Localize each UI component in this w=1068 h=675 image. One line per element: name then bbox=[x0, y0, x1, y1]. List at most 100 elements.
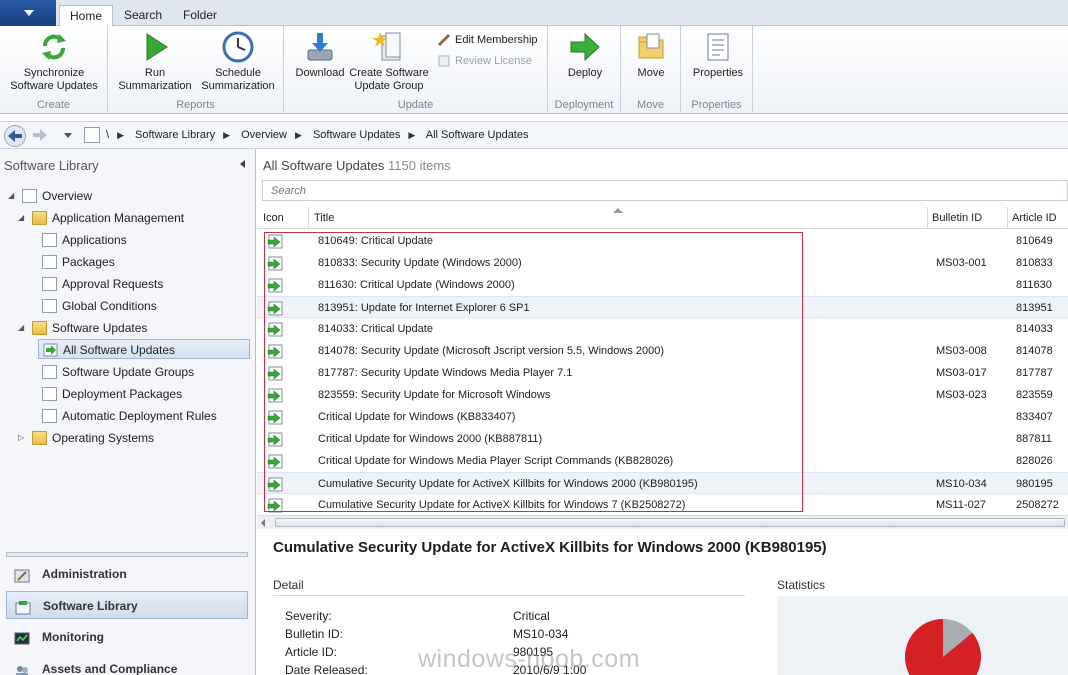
breadcrumb-software-library[interactable]: Software Library bbox=[135, 129, 215, 141]
table-row[interactable]: 817787: Security Update Windows Media Pl… bbox=[257, 362, 1068, 384]
tree-label: All Software Updates bbox=[63, 343, 176, 357]
table-row[interactable]: Cumulative Security Update for ActiveX K… bbox=[257, 472, 1068, 494]
software-update-icon bbox=[267, 234, 283, 249]
move-button[interactable]: Move bbox=[625, 30, 677, 80]
workspace-administration[interactable]: Administration bbox=[6, 560, 248, 588]
deploy-button[interactable]: Deploy bbox=[554, 30, 616, 80]
breadcrumb-separator-icon[interactable]: ▶ bbox=[408, 130, 415, 140]
properties-label: Properties bbox=[692, 67, 744, 79]
sync-icon bbox=[37, 30, 71, 64]
create-software-update-group-button[interactable]: Create Software Update Group bbox=[348, 30, 430, 93]
software-update-icon bbox=[267, 344, 283, 359]
cell-article-id: 2508272 bbox=[1016, 499, 1059, 511]
tab-home[interactable]: Home bbox=[59, 5, 114, 27]
table-row[interactable]: 813951: Update for Internet Explorer 6 S… bbox=[257, 296, 1068, 318]
expanded-chevron-icon[interactable]: ◢ bbox=[18, 323, 24, 332]
horizontal-scrollbar[interactable] bbox=[257, 515, 1068, 529]
workspace-software-library[interactable]: Software Library bbox=[6, 591, 248, 619]
tab-folder[interactable]: Folder bbox=[173, 5, 227, 26]
review-license-button[interactable]: Review License bbox=[437, 53, 532, 69]
back-arrow-icon bbox=[8, 130, 22, 142]
back-button[interactable] bbox=[4, 125, 26, 147]
table-row[interactable]: 823559: Security Update for Microsoft Wi… bbox=[257, 384, 1068, 406]
table-row[interactable]: 810833: Security Update (Windows 2000) MS… bbox=[257, 252, 1068, 274]
deployment-package-icon bbox=[42, 387, 57, 401]
properties-button[interactable]: Properties bbox=[687, 30, 749, 80]
cell-title: 813951: Update for Internet Explorer 6 S… bbox=[318, 302, 530, 314]
app-menu-button[interactable] bbox=[0, 0, 56, 26]
pane-splitter[interactable] bbox=[6, 552, 248, 557]
cell-article-id: 810649 bbox=[1016, 235, 1053, 247]
tree-label: Automatic Deployment Rules bbox=[62, 409, 217, 423]
collapse-pane-icon[interactable] bbox=[240, 160, 245, 168]
tab-search[interactable]: Search bbox=[114, 5, 172, 26]
table-row[interactable]: Critical Update for Windows (KB833407) 83… bbox=[257, 406, 1068, 428]
column-divider[interactable] bbox=[927, 207, 928, 229]
detail-divider bbox=[273, 595, 745, 596]
column-header-icon[interactable]: Icon bbox=[263, 212, 284, 224]
workspace-monitoring[interactable]: Monitoring bbox=[6, 623, 248, 651]
software-update-icon bbox=[267, 498, 283, 513]
synchronize-software-updates-button[interactable]: Synchronize Software Updates bbox=[6, 30, 102, 93]
clock-icon bbox=[221, 30, 255, 64]
run-summarization-button[interactable]: Run Summarization bbox=[114, 30, 196, 93]
breadcrumb-software-updates[interactable]: Software Updates bbox=[313, 129, 400, 141]
table-row[interactable]: 814078: Security Update (Microsoft Jscri… bbox=[257, 340, 1068, 362]
rules-icon bbox=[42, 409, 57, 423]
software-update-icon bbox=[267, 432, 283, 447]
tree-label: Overview bbox=[42, 189, 93, 203]
ribbon-group-label-properties: Properties bbox=[691, 99, 742, 111]
expanded-chevron-icon[interactable]: ◢ bbox=[18, 213, 24, 222]
scrollbar-thumb[interactable] bbox=[275, 518, 1065, 527]
breadcrumb-overview[interactable]: Overview bbox=[241, 129, 287, 141]
cell-article-id: 814078 bbox=[1016, 345, 1053, 357]
breadcrumb-separator-icon[interactable]: ▶ bbox=[223, 130, 230, 140]
history-dropdown-icon[interactable] bbox=[64, 133, 72, 138]
properties-icon bbox=[701, 30, 735, 64]
detail-value: Critical bbox=[513, 609, 550, 623]
workspace-assets-and-compliance[interactable]: Assets and Compliance bbox=[6, 655, 248, 675]
column-divider[interactable] bbox=[308, 207, 309, 229]
column-header-bulletin-id[interactable]: Bulletin ID bbox=[932, 212, 982, 224]
schedule-summarization-button[interactable]: Schedule Summarization bbox=[196, 30, 280, 93]
table-row[interactable]: 814033: Critical Update 814033 bbox=[257, 318, 1068, 340]
table-row[interactable]: Critical Update for Windows 2000 (KB8878… bbox=[257, 428, 1068, 450]
column-header-title[interactable]: Title bbox=[314, 212, 334, 224]
tree-item-all-software-updates[interactable]: All Software Updates bbox=[38, 339, 250, 359]
breadcrumb-root[interactable]: \ bbox=[106, 129, 109, 141]
table-row[interactable]: 811630: Critical Update (Windows 2000) 81… bbox=[257, 274, 1068, 296]
cell-title: Cumulative Security Update for ActiveX K… bbox=[318, 499, 686, 511]
ribbon-group-deployment: Deploy Deployment bbox=[548, 26, 621, 114]
column-divider[interactable] bbox=[1007, 207, 1008, 229]
ribbon-group-label-deployment: Deployment bbox=[554, 99, 614, 111]
tree-label: Software Updates bbox=[52, 321, 148, 335]
tree-label: Approval Requests bbox=[62, 277, 164, 291]
edit-membership-button[interactable]: Edit Membership bbox=[437, 32, 538, 48]
ribbon: Synchronize Software Updates Create Run … bbox=[0, 26, 1068, 114]
software-update-icon bbox=[267, 366, 283, 381]
cell-article-id: 813951 bbox=[1016, 302, 1053, 314]
scroll-left-icon[interactable] bbox=[261, 519, 265, 527]
table-row[interactable]: Cumulative Security Update for ActiveX K… bbox=[257, 494, 1068, 516]
cell-title: 814033: Critical Update bbox=[318, 323, 433, 335]
run-label-line2: Summarization bbox=[118, 80, 192, 92]
breadcrumb-all-software-updates[interactable]: All Software Updates bbox=[426, 129, 529, 141]
cell-bulletin-id: MS03-001 bbox=[936, 257, 987, 269]
forward-button[interactable] bbox=[30, 125, 52, 147]
column-header-article-id[interactable]: Article ID bbox=[1012, 212, 1057, 224]
cell-article-id: 814033 bbox=[1016, 323, 1053, 335]
collapsed-chevron-icon[interactable]: ▷ bbox=[18, 433, 24, 442]
update-group-icon bbox=[372, 30, 406, 64]
table-row[interactable]: 810649: Critical Update 810649 bbox=[257, 230, 1068, 252]
cell-bulletin-id: MS10-034 bbox=[936, 478, 987, 490]
breadcrumb-separator-icon[interactable]: ▶ bbox=[117, 130, 124, 140]
download-button[interactable]: Download bbox=[292, 30, 348, 80]
play-icon bbox=[138, 30, 172, 64]
breadcrumb-separator-icon[interactable]: ▶ bbox=[295, 130, 302, 140]
cell-article-id: 887811 bbox=[1016, 433, 1052, 445]
search-input[interactable] bbox=[262, 180, 1068, 201]
expanded-chevron-icon[interactable]: ◢ bbox=[8, 191, 14, 200]
ribbon-group-reports: Run Summarization Schedule Summarization… bbox=[108, 26, 284, 114]
navigation-pane: Software Library ◢ Overview ◢ Applicatio… bbox=[0, 149, 256, 675]
table-row[interactable]: Critical Update for Windows Media Player… bbox=[257, 450, 1068, 472]
